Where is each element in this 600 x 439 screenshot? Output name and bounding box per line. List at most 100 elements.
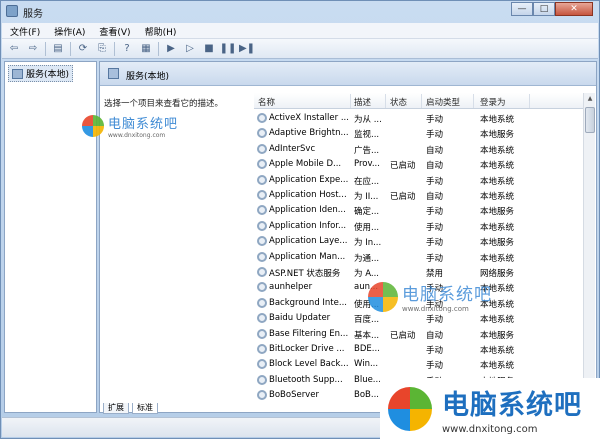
gear-icon [257,344,267,354]
service-row[interactable]: Application Expe... 在应... 手动 本地系统 [254,172,584,187]
tab-standard[interactable]: 标准 [132,403,158,414]
gear-icon [257,128,267,139]
close-button[interactable]: ✕ [555,2,593,16]
gear-icon [257,374,267,385]
column-divider[interactable] [473,94,474,108]
services-icon [108,68,119,79]
column-divider[interactable] [421,94,422,108]
gear-icon [257,282,267,293]
start-service-alt-icon[interactable]: ▷ [182,41,198,57]
gear-icon [257,220,267,231]
menu-help[interactable]: 帮助(H) [137,23,183,38]
scroll-up-icon[interactable]: ▲ [585,94,595,104]
service-name: Application Iden... [269,205,346,216]
service-description: 确定... [354,207,380,218]
service-name: Block Level Back... [269,359,349,370]
service-startup-type: 手动 [426,115,444,125]
gear-icon [257,205,267,216]
refresh-icon[interactable]: ⟳ [75,41,91,57]
column-header-description[interactable]: 描述 [354,96,371,108]
forward-arrow-icon[interactable]: ⇨ [25,41,41,57]
service-description: BDE... [354,344,380,354]
content-header: 服务(本地) [100,62,596,86]
export-list-icon[interactable]: ⎘ [94,41,110,57]
service-row[interactable]: Application Laye... 为 In... 手动 本地服务 [254,233,584,248]
watermark-url: www.dnxitong.com [402,305,469,313]
menu-view[interactable]: 查看(V) [91,23,136,38]
sort-ascending-icon: ^ [300,93,306,97]
services-window: 服务 — □ ✕ 文件(F) 操作(A) 查看(V) 帮助(H) ⇦ ⇨ ▤ ⟳… [0,0,600,439]
service-description: 为 A... [354,269,379,279]
service-row[interactable]: Base Filtering En... 基本... 已启动 自动 本地服务 [254,326,584,341]
service-name: AdInterSvc [269,143,316,154]
tab-extended[interactable]: 扩展 [103,403,129,414]
minimize-button[interactable]: — [511,2,533,16]
service-description: 为通... [354,253,380,264]
show-hide-tree-icon[interactable]: ▤ [50,41,66,57]
service-row[interactable]: ASP.NET 状态服务 为 A... 禁用 网络服务 [254,264,584,279]
properties-icon[interactable]: ▦ [138,41,154,57]
watermark-title: 电脑系统吧 [402,285,492,305]
service-row[interactable]: Application Iden... 确定... 手动 本地服务 [254,202,584,217]
service-row[interactable]: ActiveX Installer ... 为从 ... 手动 本地系统 [254,110,584,125]
gear-icon [257,313,267,324]
toolbar-separator [70,41,71,56]
gear-icon [257,267,267,277]
service-logon-as: 本地系统 [480,161,515,172]
service-logon-as: 网络服务 [480,269,515,279]
column-divider[interactable] [350,94,351,108]
service-row[interactable]: BitLocker Drive ... BDE... 手动 本地系统 [254,341,584,356]
service-startup-type: 手动 [426,346,444,356]
service-row[interactable]: Adaptive Brightn... 监视... 手动 本地服务 [254,125,584,140]
description-text: 选择一个项目来查看它的描述。 [104,99,224,109]
service-name: Application Infor... [269,220,347,231]
service-name: Base Filtering En... [269,328,349,339]
service-status: 已启动 [390,161,416,172]
tree-item-services-local[interactable]: 服务(本地) [8,65,74,82]
gear-icon [257,328,267,339]
pause-service-icon[interactable]: ❚❚ [220,41,237,57]
service-startup-type: 禁用 [426,269,444,279]
service-row[interactable]: Apple Mobile D... Prov... 已启动 自动 本地系统 [254,156,584,171]
toolbar-separator [158,41,159,56]
watermark-title: 电脑系统吧 [108,117,179,132]
service-startup-type: 手动 [426,315,444,326]
service-description: Win... [354,359,379,370]
scrollbar-thumb[interactable] [585,107,595,133]
service-logon-as: 本地系统 [480,176,515,187]
menu-file[interactable]: 文件(F) [2,23,46,38]
vertical-scrollbar[interactable]: ▲ ▼ [583,93,595,401]
column-divider[interactable] [385,94,386,108]
service-startup-type: 自动 [426,161,444,172]
service-description: 为 II... [354,192,379,202]
stop-service-icon[interactable]: ■ [201,41,217,57]
service-row[interactable]: Block Level Back... Win... 手动 本地系统 [254,356,584,371]
maximize-button[interactable]: □ [533,2,555,16]
service-row[interactable]: Application Man... 为通... 手动 本地系统 [254,249,584,264]
service-name: Bluetooth Supp... [269,374,343,385]
service-name: BitLocker Drive ... [269,344,345,354]
restart-service-icon[interactable]: ▶❚ [239,41,255,57]
back-arrow-icon[interactable]: ⇦ [6,41,22,57]
title-bar[interactable]: 服务 — □ ✕ [1,1,599,21]
column-header-startup-type[interactable]: 启动类型 [426,96,460,108]
service-description: 在应... [354,176,380,187]
column-header-name[interactable]: 名称 [258,96,275,108]
service-status: 已启动 [390,192,416,202]
service-startup-type: 手动 [426,361,444,372]
column-header-logon-as[interactable]: 登录为 [480,96,506,108]
column-header-status[interactable]: 状态 [390,96,407,108]
service-row[interactable]: Application Infor... 使用... 手动 本地系统 [254,218,584,233]
services-app-icon [6,5,18,17]
help-icon[interactable]: ? [119,41,135,57]
service-startup-type: 自动 [426,145,444,156]
start-service-icon[interactable]: ▶ [163,41,179,57]
service-row[interactable]: AdInterSvc 广告... 自动 本地系统 [254,141,584,156]
watermark-url: www.dnxitong.com [442,423,538,435]
column-divider[interactable] [529,94,530,108]
service-name: Application Expe... [269,174,349,185]
menu-action[interactable]: 操作(A) [46,23,91,38]
service-row[interactable]: Application Host... 为 II... 已启动 自动 本地系统 [254,187,584,202]
service-logon-as: 本地服务 [480,238,515,249]
service-status: 已启动 [390,330,416,341]
